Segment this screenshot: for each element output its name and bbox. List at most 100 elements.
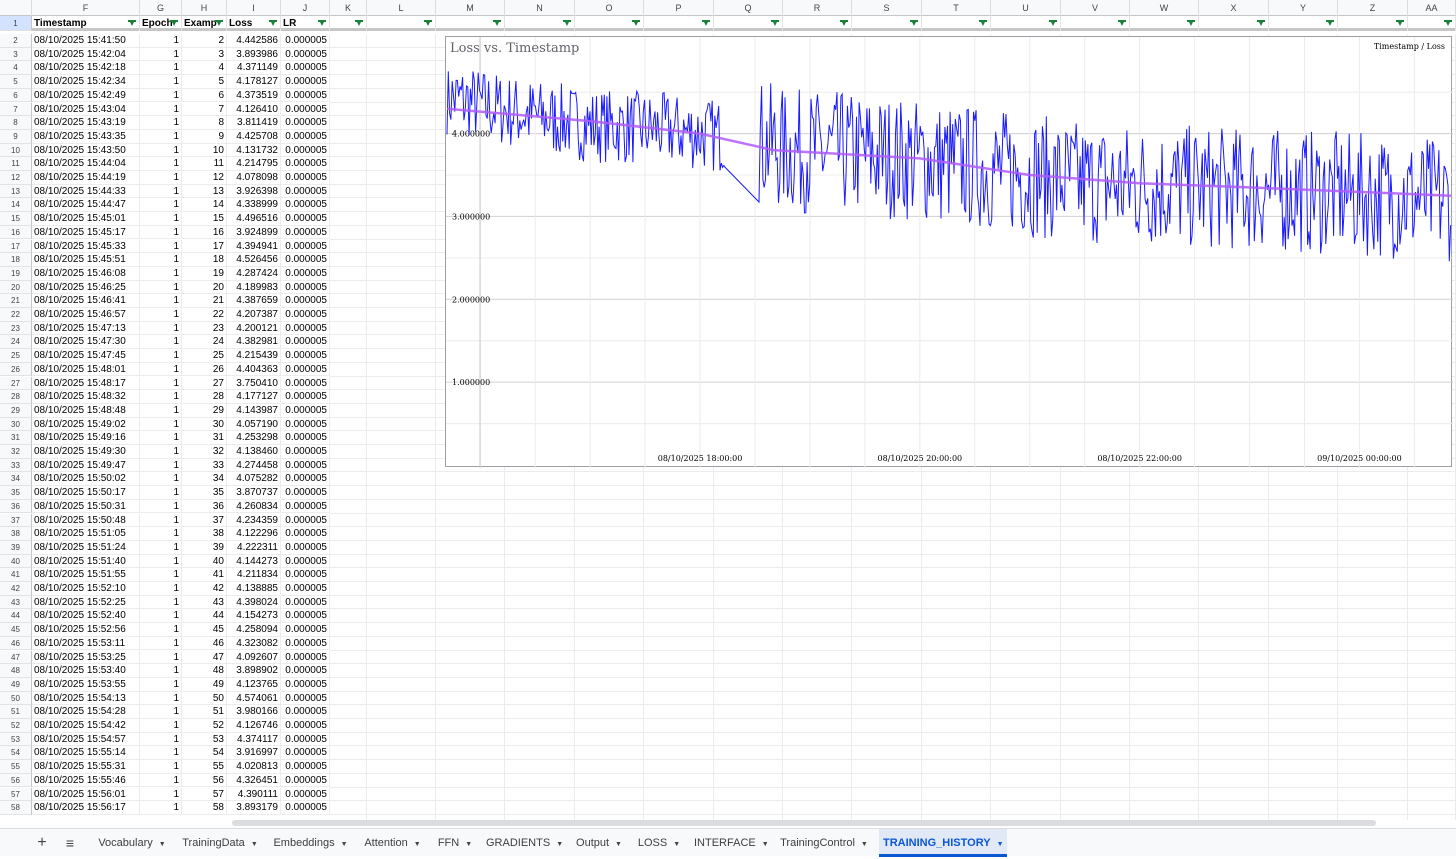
lr-cell[interactable]: 0.000005: [281, 75, 330, 89]
epoch-cell[interactable]: 1: [140, 787, 182, 802]
header-empty-cell[interactable]: [436, 16, 505, 31]
filter-icon[interactable]: [771, 20, 779, 27]
lr-cell[interactable]: 0.000005: [281, 636, 330, 651]
epoch-cell[interactable]: 1: [140, 390, 182, 404]
row-number[interactable]: 28: [0, 390, 32, 404]
lr-cell[interactable]: 0.000005: [281, 321, 330, 336]
lr-cell[interactable]: 0.000005: [281, 746, 330, 761]
epoch-cell[interactable]: 1: [140, 321, 182, 336]
row-number[interactable]: 22: [0, 308, 32, 322]
lr-cell[interactable]: 0.000005: [281, 623, 330, 637]
timestamp-cell[interactable]: 08/10/2025 15:49:02: [32, 417, 140, 432]
timestamp-cell[interactable]: 08/10/2025 15:55:31: [32, 760, 140, 774]
row-number[interactable]: 3: [0, 47, 32, 62]
header-empty-cell[interactable]: [783, 16, 852, 31]
examples-cell[interactable]: 46: [182, 636, 227, 651]
epoch-cell[interactable]: 1: [140, 746, 182, 761]
filter-icon[interactable]: [563, 20, 571, 27]
row-number[interactable]: 41: [0, 568, 32, 582]
epoch-cell[interactable]: 1: [140, 253, 182, 267]
column-header-l[interactable]: L: [367, 0, 436, 16]
loss-cell[interactable]: 4.092607: [227, 650, 281, 665]
lr-cell[interactable]: 0.000005: [281, 266, 330, 281]
lr-cell[interactable]: 0.000005: [281, 308, 330, 322]
lr-cell[interactable]: 0.000005: [281, 335, 330, 350]
lr-cell[interactable]: 0.000005: [281, 280, 330, 295]
row-number[interactable]: 36: [0, 499, 32, 514]
lr-cell[interactable]: 0.000005: [281, 239, 330, 254]
loss-cell[interactable]: 4.178127: [227, 75, 281, 89]
loss-cell[interactable]: 4.189983: [227, 280, 281, 295]
lr-cell[interactable]: 0.000005: [281, 34, 330, 48]
examples-cell[interactable]: 54: [182, 746, 227, 761]
epoch-cell[interactable]: 1: [140, 609, 182, 624]
filter-icon[interactable]: [493, 20, 501, 27]
row-number[interactable]: 26: [0, 362, 32, 377]
row-number[interactable]: 37: [0, 513, 32, 528]
epoch-cell[interactable]: 1: [140, 376, 182, 391]
filter-icon[interactable]: [215, 20, 223, 27]
examples-cell[interactable]: 42: [182, 582, 227, 596]
sheet-tab-trainingcontrol[interactable]: TrainingControl ▼: [774, 829, 874, 857]
examples-cell[interactable]: 55: [182, 760, 227, 774]
timestamp-cell[interactable]: 08/10/2025 15:44:04: [32, 157, 140, 171]
epoch-cell[interactable]: 1: [140, 294, 182, 308]
loss-cell[interactable]: 3.980166: [227, 705, 281, 719]
examples-cell[interactable]: 11: [182, 157, 227, 171]
row-number[interactable]: 58: [0, 801, 32, 815]
filter-icon[interactable]: [170, 20, 178, 27]
row-number[interactable]: 49: [0, 677, 32, 692]
loss-cell[interactable]: 4.200121: [227, 321, 281, 336]
lr-cell[interactable]: 0.000005: [281, 650, 330, 665]
epoch-cell[interactable]: 1: [140, 34, 182, 48]
timestamp-cell[interactable]: 08/10/2025 15:42:18: [32, 61, 140, 76]
header-empty-cell[interactable]: [367, 16, 436, 31]
row-number[interactable]: 45: [0, 623, 32, 637]
timestamp-cell[interactable]: 08/10/2025 15:48:17: [32, 376, 140, 391]
loss-cell[interactable]: 4.214795: [227, 157, 281, 171]
timestamp-cell[interactable]: 08/10/2025 15:43:35: [32, 129, 140, 144]
loss-cell[interactable]: 3.893986: [227, 47, 281, 62]
column-header-aa[interactable]: AA: [1408, 0, 1456, 16]
lr-cell[interactable]: 0.000005: [281, 198, 330, 213]
row-number[interactable]: 19: [0, 266, 32, 281]
chevron-down-icon[interactable]: ▼: [762, 841, 769, 848]
filter-icon[interactable]: [1187, 20, 1195, 27]
timestamp-cell[interactable]: 08/10/2025 15:44:47: [32, 198, 140, 213]
timestamp-cell[interactable]: 08/10/2025 15:50:48: [32, 513, 140, 528]
lr-cell[interactable]: 0.000005: [281, 225, 330, 240]
lr-cell[interactable]: 0.000005: [281, 719, 330, 733]
epoch-cell[interactable]: 1: [140, 582, 182, 596]
row-number[interactable]: 7: [0, 102, 32, 117]
examples-cell[interactable]: 15: [182, 212, 227, 226]
row-number[interactable]: 20: [0, 280, 32, 295]
loss-cell[interactable]: 4.496516: [227, 212, 281, 226]
lr-cell[interactable]: 0.000005: [281, 171, 330, 185]
lr-cell[interactable]: 0.000005: [281, 773, 330, 788]
row-number[interactable]: 56: [0, 773, 32, 788]
loss-cell[interactable]: 4.574061: [227, 691, 281, 706]
loss-cell[interactable]: 4.177127: [227, 390, 281, 404]
loss-cell[interactable]: 4.394941: [227, 239, 281, 254]
timestamp-cell[interactable]: 08/10/2025 15:47:30: [32, 335, 140, 350]
timestamp-cell[interactable]: 08/10/2025 15:51:55: [32, 568, 140, 582]
row-number[interactable]: 27: [0, 376, 32, 391]
lr-cell[interactable]: 0.000005: [281, 595, 330, 610]
loss-cell[interactable]: 3.811419: [227, 116, 281, 130]
loss-cell[interactable]: 4.373519: [227, 88, 281, 103]
epoch-cell[interactable]: 1: [140, 499, 182, 514]
examples-cell[interactable]: 4: [182, 61, 227, 76]
examples-cell[interactable]: 43: [182, 595, 227, 610]
loss-cell[interactable]: 4.326451: [227, 773, 281, 788]
epoch-cell[interactable]: 1: [140, 719, 182, 733]
timestamp-cell[interactable]: 08/10/2025 15:54:13: [32, 691, 140, 706]
sheet-tab-training-history[interactable]: TRAINING_HISTORY ▼: [879, 829, 1007, 857]
timestamp-cell[interactable]: 08/10/2025 15:54:42: [32, 719, 140, 733]
timestamp-cell[interactable]: 08/10/2025 15:44:33: [32, 184, 140, 199]
examples-cell[interactable]: 26: [182, 362, 227, 377]
filter-icon[interactable]: [355, 20, 363, 27]
lr-cell[interactable]: 0.000005: [281, 609, 330, 624]
epoch-cell[interactable]: 1: [140, 362, 182, 377]
row-number[interactable]: 2: [0, 34, 32, 48]
row-number[interactable]: 21: [0, 294, 32, 308]
